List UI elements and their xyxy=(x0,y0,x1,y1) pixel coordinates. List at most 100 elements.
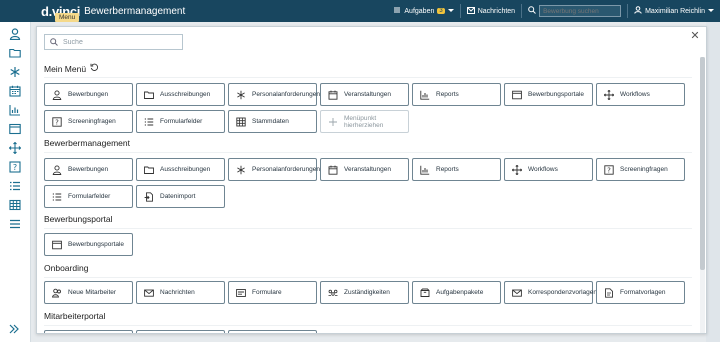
move-arrows-icon xyxy=(604,89,614,100)
tile-drop-placeholder[interactable]: Menüpunkt hierherziehen xyxy=(320,110,409,133)
search-icon xyxy=(528,6,536,16)
tile-label: Workflows xyxy=(620,91,650,98)
tile-label: Bewerbungsportale xyxy=(68,241,125,248)
app-title: Bewerbermanagement xyxy=(84,5,186,17)
chart-icon xyxy=(420,165,430,175)
tile-aufgabenpakete[interactable]: Aufgabenpakete xyxy=(412,281,501,304)
user-icon xyxy=(52,89,62,100)
svg-text:?: ? xyxy=(55,118,59,126)
tile-reports[interactable]: Reports xyxy=(412,158,501,181)
tile-korrespondenzvorlagen[interactable]: Korrespondenzvorlagen xyxy=(504,281,598,304)
application-search xyxy=(522,0,627,22)
tile-workflows[interactable]: Workflows xyxy=(504,158,593,181)
tile-reports[interactable]: Reports xyxy=(412,83,501,106)
section-title-mitarbeiterportal: Mitarbeiterportal xyxy=(44,311,105,321)
move-arrows-icon[interactable] xyxy=(8,141,22,155)
chart-icon[interactable] xyxy=(8,103,22,117)
tile-personalanforderungen[interactable]: Personalanforderungen xyxy=(228,83,320,106)
tile-bewerbungen[interactable]: Bewerbungen xyxy=(44,83,133,106)
tile-mitarbeiterportal-1[interactable] xyxy=(44,330,133,333)
tile-label: Personalanforderungen xyxy=(252,91,320,98)
browser-window-icon[interactable] xyxy=(8,122,22,136)
tile-veranstaltungen[interactable]: Veranstaltungen xyxy=(320,83,409,106)
section-title-text: Mitarbeiterportal xyxy=(44,311,106,321)
tile-formatvorlagen[interactable]: Formatvorlagen xyxy=(596,281,685,304)
tile-ausschreibungen[interactable]: Ausschreibungen xyxy=(136,83,225,106)
tile-label: Formularfelder xyxy=(68,193,111,200)
user-menu[interactable]: Maximilian Reichlin xyxy=(628,0,720,22)
table-icon xyxy=(236,117,246,127)
chevron-down-icon xyxy=(447,8,454,15)
section-title-text: Onboarding xyxy=(44,263,89,273)
browser-window-icon xyxy=(512,90,522,100)
file-import-icon xyxy=(144,191,154,202)
tile-bewerbungsportale[interactable]: Bewerbungsportale xyxy=(44,233,133,256)
section-title-text: Bewerbungsportal xyxy=(44,214,113,224)
user-icon[interactable] xyxy=(8,27,22,41)
tile-zustaendigkeiten[interactable]: Zuständigkeiten xyxy=(320,281,409,304)
tile-neue-mitarbeiter[interactable]: Neue Mitarbeiter xyxy=(44,281,133,304)
asterisk-icon xyxy=(236,90,246,100)
user-icon xyxy=(634,6,642,16)
scrollbar[interactable] xyxy=(700,57,705,333)
divider xyxy=(44,277,692,278)
folder-icon xyxy=(144,165,154,175)
tile-mitarbeiterportal-3[interactable] xyxy=(228,330,317,333)
tile-nachrichten[interactable]: Nachrichten xyxy=(136,281,225,304)
messages-button[interactable]: Nachrichten xyxy=(461,0,521,22)
tile-bewerbungen[interactable]: Bewerbungen xyxy=(44,158,133,181)
table-icon[interactable] xyxy=(8,198,22,212)
tile-formularfelder[interactable]: Formularfelder xyxy=(44,185,133,208)
section-title-onboarding: Onboarding xyxy=(44,263,88,273)
calendar-icon[interactable] xyxy=(8,84,22,98)
tile-screeningfragen[interactable]: ? Screeningfragen xyxy=(44,110,133,133)
close-icon[interactable]: ✕ xyxy=(690,31,700,42)
tasks-menu[interactable]: Aufgaben 3 xyxy=(387,0,459,22)
tile-formularfelder[interactable]: Formularfelder xyxy=(136,110,225,133)
menu-icon[interactable] xyxy=(8,217,22,231)
scrollbar-thumb[interactable] xyxy=(700,57,705,270)
refresh-icon[interactable] xyxy=(90,63,99,74)
form-list-icon[interactable] xyxy=(8,179,22,193)
menu-search xyxy=(44,34,183,50)
tile-personalanforderungen[interactable]: Personalanforderungen xyxy=(228,158,320,181)
tile-veranstaltungen[interactable]: Veranstaltungen xyxy=(320,158,409,181)
section-title-text: Mein Menü xyxy=(44,63,87,74)
asterisk-icon[interactable] xyxy=(8,65,22,79)
tile-label: Stammdaten xyxy=(252,118,289,125)
topbar-right: Aufgaben 3 Nachrichten Maximilian Reic xyxy=(387,0,720,22)
tile-label: Neue Mitarbeiter xyxy=(68,289,117,296)
question-icon: ? xyxy=(52,116,62,127)
menu-tooltip: Menu xyxy=(55,13,80,22)
tile-label: Personalanforderungen xyxy=(252,166,320,173)
tile-label: Menüpunkt hierherziehen xyxy=(344,114,384,129)
tile-ausschreibungen[interactable]: Ausschreibungen xyxy=(136,158,225,181)
tasks-icon xyxy=(393,6,401,16)
folder-icon[interactable] xyxy=(8,46,22,60)
tile-screeningfragen[interactable]: ? Screeningfragen xyxy=(596,158,685,181)
chevron-down-icon xyxy=(708,8,714,15)
expand-sidebar-icon[interactable] xyxy=(8,322,22,336)
tile-mitarbeiterportal-2[interactable] xyxy=(136,330,225,333)
asterisk-icon xyxy=(236,165,246,175)
plus-icon xyxy=(328,117,338,127)
tile-datenimport[interactable]: Datenimport xyxy=(136,185,225,208)
package-icon xyxy=(420,288,430,298)
menu-search-input[interactable] xyxy=(63,38,173,46)
form-list-icon xyxy=(144,117,154,127)
tile-workflows[interactable]: Workflows xyxy=(596,83,685,106)
application-search-input[interactable] xyxy=(539,5,622,17)
tile-label: Korrespondenzvorlagen xyxy=(528,289,598,296)
tile-label: Nachrichten xyxy=(160,289,195,296)
question-icon[interactable]: ? xyxy=(8,160,22,174)
chart-icon xyxy=(420,90,430,100)
tile-bewerbungsportale[interactable]: Bewerbungsportale xyxy=(504,83,593,106)
tile-label: Bewerbungsportale xyxy=(528,91,585,98)
move-arrows-icon xyxy=(512,164,522,175)
tile-stammdaten[interactable]: Stammdaten xyxy=(228,110,317,133)
tile-formulare[interactable]: Formulare xyxy=(228,281,317,304)
menu-sections[interactable]: Mein Menü Bewerbungen Ausschreibungen Pe… xyxy=(37,57,700,333)
mail-template-icon xyxy=(512,288,522,298)
sidebar: ? xyxy=(0,22,31,342)
people-group-icon xyxy=(328,288,338,298)
